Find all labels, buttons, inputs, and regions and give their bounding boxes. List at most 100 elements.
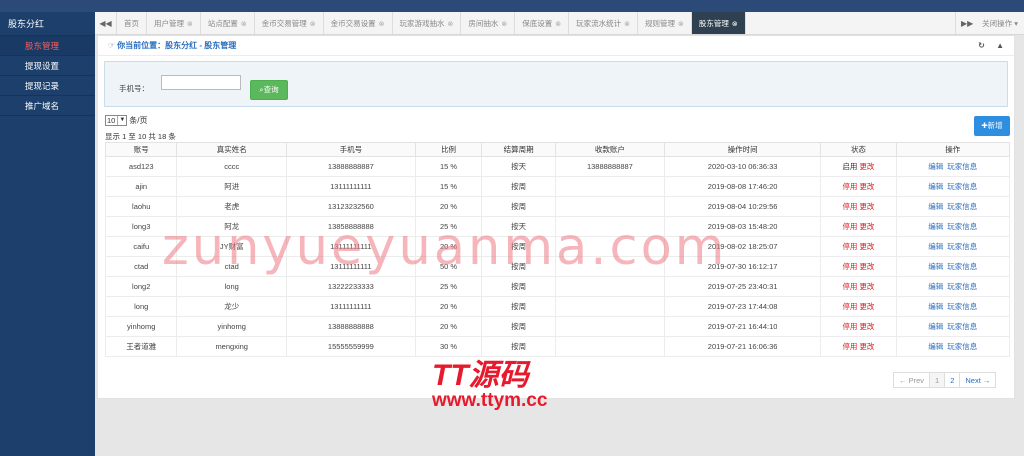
cell-status: 停用 更改 (820, 336, 897, 357)
player-info-link[interactable]: 玩家信息 (947, 162, 977, 171)
change-status-link[interactable]: 更改 (859, 182, 874, 191)
close-icon[interactable]: ⊗ (501, 13, 507, 34)
change-status-link[interactable]: 更改 (859, 262, 874, 271)
pager-next[interactable]: Next → (959, 372, 997, 388)
change-status-link[interactable]: 更改 (859, 302, 874, 311)
tab-label: 股东管理 (698, 19, 729, 28)
close-icon[interactable]: ⊗ (187, 13, 193, 34)
phone-search-input[interactable] (161, 75, 241, 90)
change-status-link[interactable]: 更改 (859, 282, 874, 291)
cell-account: yinhomg (104, 316, 178, 337)
status-badge: 停用 (842, 282, 858, 291)
close-icon[interactable]: ⊗ (678, 13, 684, 34)
column-header: 真实姓名 (176, 142, 287, 157)
change-status-link[interactable]: 更改 (859, 222, 874, 231)
column-header: 手机号 (285, 142, 416, 157)
edit-link[interactable]: 编辑 (928, 182, 943, 191)
cell-time: 2020-03-10 06:36:33 (663, 156, 822, 177)
sidebar-item-withdraw-records[interactable]: 提现记录 (0, 76, 95, 96)
player-info-link[interactable]: 玩家信息 (947, 322, 977, 331)
pager-page-2[interactable]: 2 (944, 372, 961, 388)
close-icon[interactable]: ⊗ (624, 13, 630, 34)
collapse-icon[interactable]: ▲ (996, 41, 1004, 50)
cell-payee (554, 276, 665, 297)
tab-forward-icon[interactable]: ▶▶ (956, 19, 978, 28)
cell-status: 停用 更改 (820, 196, 897, 217)
player-info-link[interactable]: 玩家信息 (947, 262, 977, 271)
close-operations-button[interactable]: 关闭操作 ▾ (978, 18, 1024, 29)
close-icon[interactable]: ⊗ (310, 13, 316, 34)
close-icon[interactable]: ⊗ (241, 13, 247, 34)
refresh-icon[interactable]: ↻ (978, 41, 985, 50)
table-row: long3 阿龙 13858888888 25 % 按天 2019-08-03 15:48… (104, 216, 1011, 237)
query-button[interactable]: ⌕查询 (250, 80, 288, 100)
close-icon[interactable]: ⊗ (555, 13, 561, 34)
tab-list: 首页 用户管理 ⊗ 站点配置 ⊗ 金币交易管理 ⊗ 金币交易设置 ⊗ 玩家游戏抽水 ⊗ 房间抽水 ⊗ 保底… (117, 12, 955, 34)
cell-time: 2019-07-23 17:44:08 (663, 296, 822, 317)
player-info-link[interactable]: 玩家信息 (947, 202, 977, 211)
tab-item[interactable]: 规则管理 ⊗ (638, 12, 692, 34)
column-header: 收款账户 (554, 142, 665, 157)
add-button[interactable]: ✚新增 (974, 116, 1010, 136)
close-icon[interactable]: ⊗ (379, 13, 385, 34)
close-icon[interactable]: ⊗ (732, 13, 738, 34)
player-info-link[interactable]: 玩家信息 (947, 302, 977, 311)
cell-ratio: 20 % (414, 296, 483, 317)
edit-link[interactable]: 编辑 (928, 202, 943, 211)
change-status-link[interactable]: 更改 (859, 342, 874, 351)
cell-payee (554, 256, 665, 277)
change-status-link[interactable]: 更改 (859, 202, 874, 211)
tab-item[interactable]: 玩家流水统计 ⊗ (569, 12, 638, 34)
edit-link[interactable]: 编辑 (928, 242, 943, 251)
tab-back-icon[interactable]: ◀◀ (95, 12, 117, 34)
sidebar-item-withdraw-settings[interactable]: 提现设置 (0, 56, 95, 76)
tab-item[interactable]: 玩家游戏抽水 ⊗ (393, 12, 462, 34)
tab-item[interactable]: 用户管理 ⊗ (147, 12, 201, 34)
edit-link[interactable]: 编辑 (928, 262, 943, 271)
cell-ratio: 15 % (414, 176, 483, 197)
cell-time: 2019-07-21 16:44:10 (663, 316, 822, 337)
change-status-link[interactable]: 更改 (859, 242, 874, 251)
close-icon[interactable]: ⊗ (448, 13, 454, 34)
pager-page-1[interactable]: 1 (929, 372, 946, 388)
edit-link[interactable]: 编辑 (928, 342, 943, 351)
edit-link[interactable]: 编辑 (928, 322, 943, 331)
tab-item[interactable]: 房间抽水 ⊗ (461, 12, 516, 34)
change-status-link[interactable]: 更改 (859, 162, 874, 171)
cell-cycle: 按周 (481, 196, 556, 217)
cell-account: long (104, 296, 178, 317)
cell-status: 停用 更改 (820, 256, 897, 277)
tab-item[interactable]: 金币交易管理 ⊗ (255, 12, 324, 34)
cell-time: 2019-08-08 17:46:20 (663, 176, 822, 197)
edit-link[interactable]: 编辑 (928, 302, 943, 311)
tab-item[interactable]: 股东管理 ⊗ (691, 12, 746, 34)
edit-link[interactable]: 编辑 (928, 222, 943, 231)
sidebar-item-shareholder-manage[interactable]: 股东管理 (0, 36, 95, 56)
column-header: 操作 (895, 142, 1011, 157)
close-operations-label: 关闭操作 (982, 18, 1013, 28)
cell-status: 停用 更改 (820, 236, 897, 257)
cell-name: 阿龙 (176, 216, 287, 237)
cell-cycle: 按周 (481, 176, 556, 197)
edit-link[interactable]: 编辑 (928, 162, 943, 171)
cell-cycle: 按周 (481, 276, 556, 297)
player-info-link[interactable]: 玩家信息 (947, 282, 977, 291)
tab-bar: ◀◀ 首页 用户管理 ⊗ 站点配置 ⊗ 金币交易管理 ⊗ 金币交易设置 ⊗ 玩家游戏抽水 ⊗ 房间抽水… (95, 12, 1024, 35)
edit-link[interactable]: 编辑 (928, 282, 943, 291)
page-size-select[interactable]: 10 ▼ (105, 115, 128, 126)
table-row: yinhomg yinhomg 13888888888 20 % 按周 2019-07-2… (104, 316, 1011, 337)
change-status-link[interactable]: 更改 (859, 322, 874, 331)
tab-item[interactable]: 保底设置 ⊗ (515, 12, 570, 34)
sidebar-item-promo-domain[interactable]: 推广域名 (0, 96, 95, 116)
cell-cycle: 按天 (481, 216, 556, 237)
player-info-link[interactable]: 玩家信息 (947, 242, 977, 251)
pager-prev[interactable]: ← Prev (893, 372, 931, 388)
table-header-row: 账号 真实姓名 手机号 比例 结算周期 收款账户 操作时间 状态 操作 (104, 142, 1011, 157)
player-info-link[interactable]: 玩家信息 (947, 222, 977, 231)
tab-item[interactable]: 站点配置 ⊗ (201, 12, 255, 34)
player-info-link[interactable]: 玩家信息 (947, 342, 977, 351)
player-info-link[interactable]: 玩家信息 (947, 182, 977, 191)
tab-item[interactable]: 首页 (117, 12, 147, 34)
tab-item[interactable]: 金币交易设置 ⊗ (324, 12, 393, 34)
cell-account: long2 (104, 276, 178, 297)
